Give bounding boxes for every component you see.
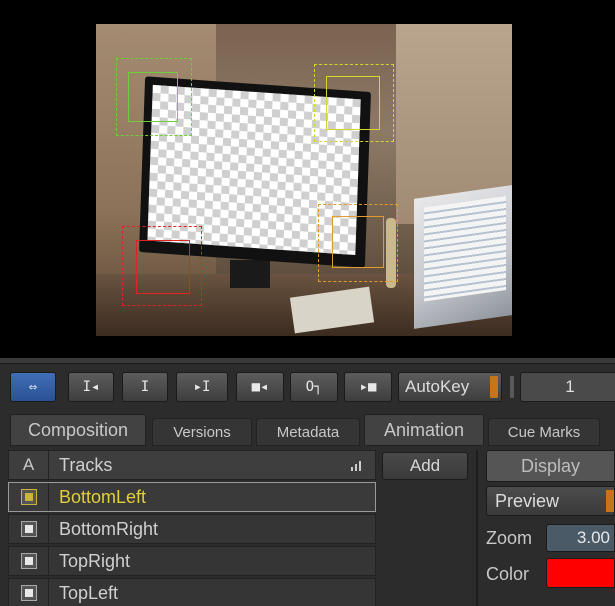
track-row[interactable]: BottomRight <box>8 514 376 544</box>
autokey-button[interactable]: AutoKey <box>398 372 502 402</box>
column-divider <box>476 450 478 606</box>
track-name: TopLeft <box>59 582 119 603</box>
next-key-button[interactable]: ▸■ <box>344 372 392 402</box>
transport-toolbar: ⇔ I◂ I ▸I ■◂ O┐ ▸■ AutoKey 1 <box>0 372 615 404</box>
display-button[interactable]: Display <box>486 450 615 482</box>
track-row[interactable]: TopLeft <box>8 578 376 606</box>
dropdown-indicator <box>606 490 614 512</box>
video-frame[interactable] <box>96 24 512 336</box>
tracks-list: A Tracks BottomLeft BottomRight TopRight… <box>8 450 376 606</box>
track-name: BottomLeft <box>59 486 147 507</box>
add-track-button[interactable]: Add <box>382 452 468 480</box>
track-name: BottomRight <box>59 518 159 539</box>
tab-cue-marks[interactable]: Cue Marks <box>488 418 600 446</box>
track-name: TopRight <box>59 550 131 571</box>
track-active-checkbox[interactable] <box>20 489 37 505</box>
go-to-end-button[interactable]: ▸I <box>176 372 228 402</box>
track-row[interactable]: BottomLeft <box>8 482 376 512</box>
zoom-label: Zoom <box>486 528 533 548</box>
track-active-checkbox[interactable] <box>20 585 37 601</box>
autokey-indicator <box>490 376 498 398</box>
color-label: Color <box>486 564 530 584</box>
track-row[interactable]: TopRight <box>8 546 376 576</box>
tab-bar: Composition Versions Metadata Animation … <box>0 414 615 448</box>
color-swatch[interactable] <box>546 558 615 588</box>
monitor-stand <box>230 260 270 288</box>
sort-icon[interactable] <box>351 461 361 471</box>
prev-key-button[interactable]: ■◂ <box>236 372 284 402</box>
panel-separator <box>0 358 615 364</box>
track-active-checkbox[interactable] <box>20 521 37 537</box>
control-panel: ⇔ I◂ I ▸I ■◂ O┐ ▸■ AutoKey 1 Composition… <box>0 358 615 606</box>
toolbar-divider <box>510 376 514 398</box>
tracks-header: A Tracks <box>8 450 376 480</box>
tab-versions[interactable]: Versions <box>152 418 252 446</box>
set-in-button[interactable]: I <box>122 372 168 402</box>
zoom-field[interactable]: 3.00 <box>546 524 615 552</box>
tab-metadata[interactable]: Metadata <box>256 418 360 446</box>
go-to-start-button[interactable]: I◂ <box>68 372 114 402</box>
key-button[interactable]: O┐ <box>290 372 338 402</box>
tab-composition[interactable]: Composition <box>10 414 146 446</box>
autokey-label: AutoKey <box>405 377 470 396</box>
column-header-tracks[interactable]: Tracks <box>59 451 112 479</box>
display-mode-value: Preview <box>495 490 560 511</box>
track-active-checkbox[interactable] <box>20 553 37 569</box>
link-toggle-button[interactable]: ⇔ <box>10 372 56 402</box>
tab-animation[interactable]: Animation <box>364 414 484 446</box>
laptop <box>414 185 512 329</box>
laptop-screen <box>424 195 506 302</box>
image-viewer[interactable] <box>0 0 615 358</box>
current-frame-field[interactable]: 1 <box>520 372 615 402</box>
column-header-a[interactable]: A <box>9 451 49 479</box>
display-mode-dropdown[interactable]: Preview <box>486 486 615 516</box>
